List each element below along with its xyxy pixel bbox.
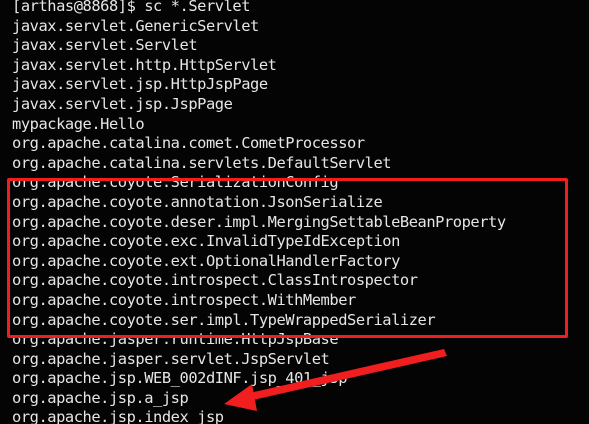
output-line: org.apache.jasper.servlet.JspServlet <box>12 349 330 368</box>
output-line: javax.servlet.jsp.HttpJspPage <box>12 75 268 94</box>
output-line-highlighted: org.apache.coyote.annotation.JsonSeriali… <box>12 192 383 211</box>
terminal-output: [arthas@8868]$ sc *.Servlet javax.servle… <box>12 0 506 424</box>
output-line-highlighted: org.apache.coyote.exc.InvalidTypeIdExcep… <box>12 232 400 251</box>
output-line: mypackage.Hello <box>12 114 145 133</box>
output-line: org.apache.catalina.comet.CometProcessor <box>12 134 365 153</box>
output-line-highlighted: org.apache.coyote.ext.OptionalHandlerFac… <box>12 251 400 270</box>
terminal-window[interactable]: [arthas@8868]$ sc *.Servlet javax.servle… <box>0 0 589 424</box>
output-line: javax.servlet.jsp.JspPage <box>12 94 233 113</box>
output-line: org.apache.jsp.WEB_002dINF.jsp_401_jsp <box>12 369 348 388</box>
output-line-highlighted: org.apache.coyote.SerializationConfig <box>12 173 339 192</box>
output-line-highlighted: org.apache.coyote.introspect.WithMember <box>12 290 356 309</box>
output-line-highlighted: org.apache.coyote.deser.impl.MergingSett… <box>12 212 506 231</box>
output-line: org.apache.jasper.runtime.HttpJspBase <box>12 330 339 349</box>
output-line: org.apache.catalina.servlets.DefaultServ… <box>12 153 392 172</box>
output-line: javax.servlet.http.HttpServlet <box>12 55 277 74</box>
output-line-highlighted: org.apache.coyote.ser.impl.TypeWrappedSe… <box>12 310 436 329</box>
output-line: org.apache.jsp.index_jsp <box>12 408 224 424</box>
output-line-pointed: org.apache.jsp.a_jsp <box>12 388 189 407</box>
output-line-highlighted: org.apache.coyote.introspect.ClassIntros… <box>12 271 418 290</box>
output-line: javax.servlet.Servlet <box>12 36 198 55</box>
output-line: javax.servlet.GenericServlet <box>12 16 259 35</box>
command-prompt-line: [arthas@8868]$ sc *.Servlet <box>12 0 251 15</box>
